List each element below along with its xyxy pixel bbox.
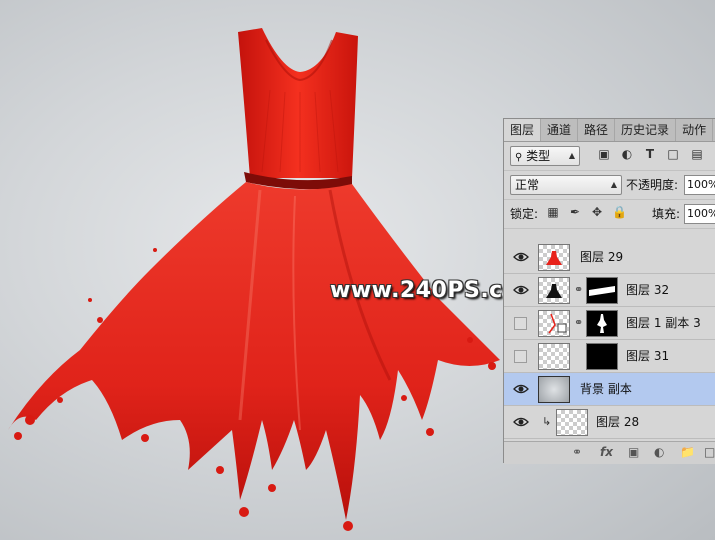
updown-arrow-icon: ▲ xyxy=(568,151,575,160)
layer-row[interactable]: ↳ 图层 28 xyxy=(504,406,715,439)
layer-list: 图层 29 ⚭ 图层 32 ⚭ 图层 1 副本 3 图层 31 背景 副本 ↳ … xyxy=(504,241,715,439)
layer-thumbnail xyxy=(538,310,570,337)
adjustment-layer-icon[interactable]: ◐ xyxy=(654,445,664,459)
layer-thumbnail xyxy=(538,343,570,370)
blend-opacity-row: 正常 ▲ 不透明度: 100% xyxy=(504,171,715,200)
lock-pixels-icon[interactable]: ▦ xyxy=(546,205,560,219)
panel-footer: ⚭ fx ▣ ◐ 📁 □ xyxy=(504,441,715,464)
tab-actions[interactable]: 动作 xyxy=(676,119,714,141)
layer-name[interactable]: 图层 1 副本 3 xyxy=(626,307,701,339)
blend-mode-label: 正常 xyxy=(515,178,540,192)
layer-mask-thumbnail[interactable] xyxy=(586,310,618,337)
tab-channels[interactable]: 通道 xyxy=(541,119,579,141)
link-chain-icon[interactable]: ⚭ xyxy=(574,283,583,296)
shape-icon[interactable]: □ xyxy=(666,147,680,161)
visibility-toggle-empty[interactable] xyxy=(514,317,527,330)
layer-thumbnail xyxy=(538,277,570,304)
fill-label: 填充: xyxy=(652,207,681,221)
adjustment-icon[interactable]: ◐ xyxy=(620,147,634,161)
lock-all-icon[interactable]: 🔒 xyxy=(612,205,627,219)
layer-mask-thumbnail[interactable] xyxy=(586,277,618,304)
visibility-toggle-empty[interactable] xyxy=(514,350,527,363)
eye-icon[interactable] xyxy=(513,415,529,429)
layers-panel: 图层 通道 路径 历史记录 动作 ⚲ 类型 ▲ ▣ ◐ T □ ▤ 正常 ▲ 不… xyxy=(503,118,715,464)
clipping-arrow-icon: ↳ xyxy=(542,415,552,428)
search-icon: ⚲ xyxy=(515,152,523,163)
layer-row[interactable]: ⚭ 图层 1 副本 3 xyxy=(504,307,715,340)
lock-brush-icon[interactable]: ✒ xyxy=(568,205,582,219)
mask-icon[interactable]: ▣ xyxy=(628,445,639,459)
tab-layers[interactable]: 图层 xyxy=(504,119,542,141)
panel-tabs: 图层 通道 路径 历史记录 动作 xyxy=(504,119,715,142)
layer-row[interactable]: 图层 29 xyxy=(504,241,715,274)
link-chain-icon[interactable]: ⚭ xyxy=(574,316,583,329)
layer-filter-row: ⚲ 类型 ▲ ▣ ◐ T □ ▤ xyxy=(504,142,715,171)
fx-icon[interactable]: fx xyxy=(600,445,613,459)
layer-name[interactable]: 图层 32 xyxy=(626,274,669,306)
layer-name[interactable]: 图层 29 xyxy=(580,241,623,273)
layer-row[interactable]: ⚭ 图层 32 xyxy=(504,274,715,307)
layer-mask-thumbnail[interactable] xyxy=(586,343,618,370)
eye-icon[interactable] xyxy=(513,283,529,297)
lock-label: 锁定: xyxy=(510,207,539,221)
tab-history[interactable]: 历史记录 xyxy=(615,119,677,141)
eye-icon[interactable] xyxy=(513,382,529,396)
layer-name[interactable]: 图层 31 xyxy=(626,340,669,372)
filter-kind-select[interactable]: ⚲ 类型 ▲ xyxy=(510,146,580,166)
opacity-label: 不透明度: xyxy=(626,178,679,192)
updown-arrow-icon: ▲ xyxy=(610,180,617,189)
type-icon[interactable]: T xyxy=(643,147,657,161)
layer-thumbnail xyxy=(538,244,570,271)
blend-mode-select[interactable]: 正常 ▲ xyxy=(510,175,622,195)
filter-kind-label: 类型 xyxy=(526,149,551,163)
folder-icon[interactable]: 📁 xyxy=(680,445,695,459)
smart-object-icon[interactable]: ▤ xyxy=(690,147,704,161)
opacity-input[interactable]: 100% xyxy=(684,175,715,195)
layer-thumbnail xyxy=(556,409,588,436)
tab-paths[interactable]: 路径 xyxy=(578,119,616,141)
new-layer-icon[interactable]: □ xyxy=(704,445,715,459)
link-icon[interactable]: ⚭ xyxy=(572,445,582,459)
lock-fill-row: 锁定: ▦ ✒ ✥ 🔒 填充: 100% xyxy=(504,200,715,229)
layer-row-selected[interactable]: 背景 副本 xyxy=(504,373,715,406)
layer-name[interactable]: 背景 副本 xyxy=(580,373,632,405)
layer-name[interactable]: 图层 28 xyxy=(596,406,639,438)
layer-thumbnail xyxy=(538,376,570,403)
eye-icon[interactable] xyxy=(513,250,529,264)
layer-row[interactable]: 图层 31 xyxy=(504,340,715,373)
fill-input[interactable]: 100% xyxy=(684,204,715,224)
lock-move-icon[interactable]: ✥ xyxy=(590,205,604,219)
image-icon[interactable]: ▣ xyxy=(597,147,611,161)
